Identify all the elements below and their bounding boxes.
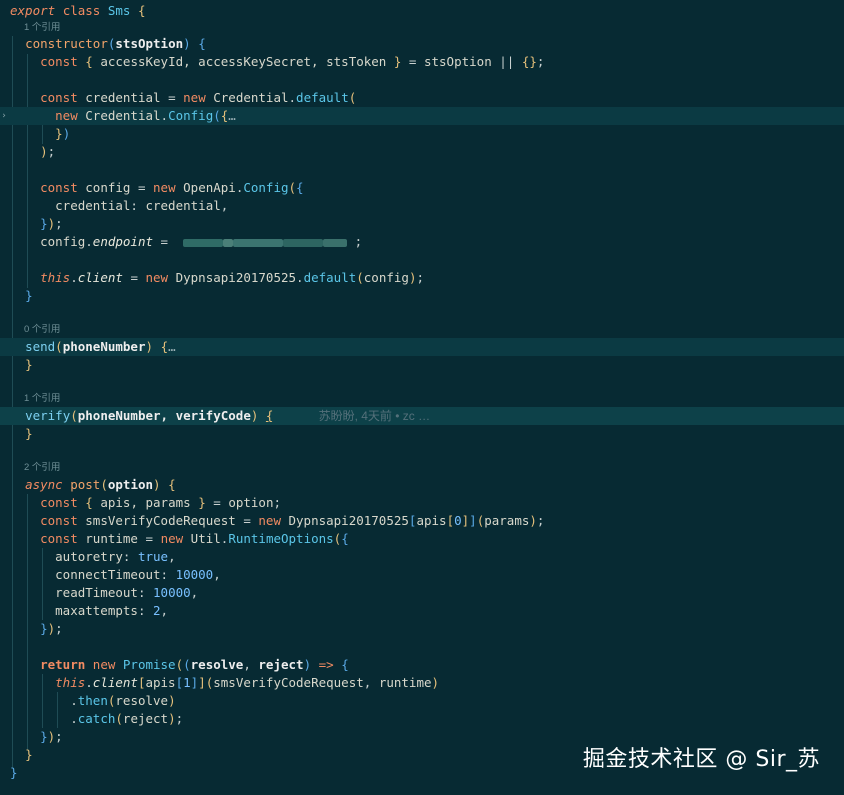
code-line: ); xyxy=(40,144,56,159)
code-line: }) xyxy=(55,126,71,141)
code-editor[interactable]: export class Sms { 1 个引用 constructor(sts… xyxy=(0,0,844,795)
code-line: }); xyxy=(40,216,63,231)
code-line: return new Promise((resolve, reject) => … xyxy=(40,657,349,672)
code-line: constructor(stsOption) { xyxy=(25,36,206,51)
code-line: credential: credential, xyxy=(55,198,229,213)
code-line: async post(option) { xyxy=(25,477,176,492)
code-line: const config = new OpenApi.Config({ xyxy=(40,180,304,195)
code-line: config.endpoint = ; xyxy=(40,234,363,249)
code-line: export class Sms { xyxy=(10,3,146,18)
code-line: maxattempts: 2, xyxy=(55,603,169,618)
code-line: const smsVerifyCodeRequest = new Dypnsap… xyxy=(40,513,545,528)
codelens-references[interactable]: 0 个引用 xyxy=(24,323,60,337)
code-line: const { accessKeyId, accessKeySecret, st… xyxy=(40,54,545,69)
codelens-references[interactable]: 1 个引用 xyxy=(24,392,60,406)
code-line-folded[interactable]: send(phoneNumber) {… xyxy=(0,338,844,356)
code-line: } xyxy=(25,357,33,372)
code-line: connectTimeout: 10000, xyxy=(55,567,221,582)
code-line: }); xyxy=(40,621,63,636)
code-line: const { apis, params } = option; xyxy=(40,495,281,510)
code-line: autoretry: true, xyxy=(55,549,176,564)
redacted-value xyxy=(183,234,348,249)
code-line: const credential = new Credential.defaul… xyxy=(40,90,357,105)
watermark: 掘金技术社区 @ Sir_苏 xyxy=(582,747,820,772)
code-line-folded[interactable]: new Credential.Config({… › xyxy=(0,107,844,125)
fold-chevron-icon[interactable]: › xyxy=(0,107,9,125)
code-line: .then(resolve) xyxy=(70,693,176,708)
code-line: } xyxy=(25,288,33,303)
code-line: const runtime = new Util.RuntimeOptions(… xyxy=(40,531,349,546)
code-line-current[interactable]: verify(phoneNumber, verifyCode) { 苏盼盼, 4… xyxy=(0,407,844,425)
codelens-references[interactable]: 1 个引用 xyxy=(24,21,60,35)
code-line: .catch(reject); xyxy=(70,711,184,726)
code-line: readTimeout: 10000, xyxy=(55,585,199,600)
code-line: this.client = new Dypnsapi20170525.defau… xyxy=(40,270,424,285)
git-blame-annotation[interactable]: 苏盼盼, 4天前 • zc … xyxy=(319,409,431,423)
code-line: this.client[apis[1]](smsVerifyCodeReques… xyxy=(55,675,440,690)
code-line: } xyxy=(25,426,33,441)
codelens-references[interactable]: 2 个引用 xyxy=(24,461,60,475)
